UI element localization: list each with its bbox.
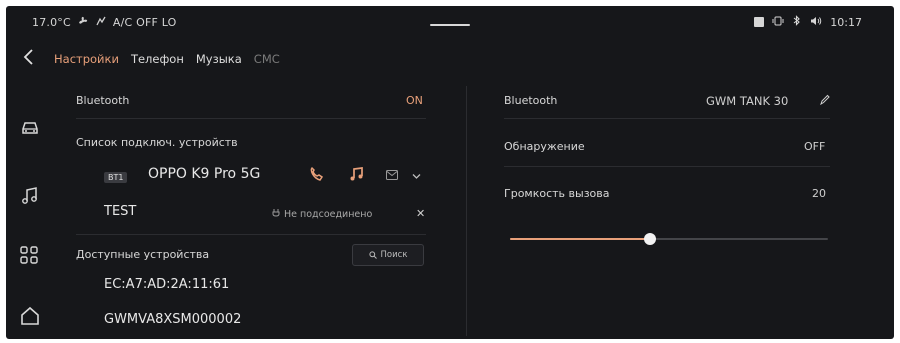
- slider-fill: [510, 238, 650, 240]
- device-name[interactable]: OPPO K9 Pro 5G: [148, 166, 260, 182]
- bluetooth-settings-panel: Bluetooth GWM TANK 30 Обнаружение OFF Гр…: [494, 84, 834, 284]
- divider: [504, 166, 830, 167]
- call-volume-slider[interactable]: [510, 233, 828, 245]
- phone-call-icon[interactable]: [308, 166, 324, 186]
- car-icon[interactable]: [20, 119, 40, 139]
- disconnected-icon: [272, 208, 280, 221]
- tab-phone[interactable]: Телефон: [131, 52, 184, 66]
- device-name[interactable]: TEST: [104, 204, 136, 219]
- volume-icon: [810, 16, 822, 29]
- search-icon: [368, 251, 377, 259]
- available-devices-label: Доступные устройства: [76, 248, 210, 261]
- search-label: Поиск: [380, 250, 408, 260]
- available-device[interactable]: GWMVA8XSM000002: [104, 312, 241, 327]
- climate-status[interactable]: 17.0°C A/C OFF LO: [32, 16, 177, 29]
- status-icons: 10:17: [754, 15, 862, 29]
- connection-status: Не подсоединено: [284, 209, 373, 220]
- fan-icon: [77, 16, 89, 29]
- bluetooth-device-name[interactable]: GWM TANK 30: [706, 94, 788, 108]
- airflow-icon: [95, 16, 107, 29]
- bt1-badge: BT1: [104, 172, 128, 183]
- back-button[interactable]: [22, 48, 34, 69]
- discovery-label: Обнаружение: [504, 140, 585, 153]
- divider: [76, 118, 426, 119]
- connections-panel: Bluetooth ON Список подключ. устройств B…: [62, 84, 462, 339]
- tab-sms[interactable]: СМС: [254, 52, 280, 66]
- chevron-down-icon[interactable]: [412, 170, 421, 183]
- discovery-toggle[interactable]: OFF: [804, 140, 825, 153]
- panel-divider: [466, 86, 467, 336]
- bluetooth-label: Bluetooth: [76, 94, 130, 107]
- temperature-text: 17.0°C: [32, 16, 71, 29]
- tab-settings[interactable]: Настройки: [54, 52, 119, 66]
- remove-device-icon[interactable]: ✕: [416, 207, 425, 220]
- clock-text: 10:17: [830, 15, 862, 29]
- ac-status-text: A/C OFF LO: [112, 16, 177, 29]
- home-icon[interactable]: [20, 306, 40, 326]
- music-icon[interactable]: [20, 186, 40, 206]
- bluetooth-name-label: Bluetooth: [504, 94, 558, 107]
- bluetooth-status-icon: [792, 15, 802, 29]
- bluetooth-toggle[interactable]: ON: [406, 94, 423, 107]
- message-icon[interactable]: [386, 170, 398, 183]
- slider-handle[interactable]: [644, 233, 656, 245]
- edit-icon[interactable]: [820, 94, 830, 108]
- tab-bar: Настройки Телефон Музыка СМС: [54, 52, 280, 66]
- divider: [76, 234, 426, 235]
- connected-devices-label: Список подключ. устройств: [76, 136, 238, 149]
- pull-down-handle[interactable]: [430, 24, 470, 26]
- status-bar: 17.0°C A/C OFF LO 10:17: [6, 6, 894, 40]
- vibrate-icon: [772, 16, 784, 29]
- call-volume-value: 20: [812, 187, 826, 200]
- call-volume-label: Громкость вызова: [504, 187, 610, 200]
- music-note-icon[interactable]: [348, 166, 364, 186]
- divider: [504, 118, 830, 119]
- available-device[interactable]: EC:A7:AD:2A:11:61: [104, 277, 229, 292]
- apps-grid-icon[interactable]: [20, 246, 40, 266]
- car-head-unit-screen: 17.0°C A/C OFF LO 10:17 Настройки Телефо…: [6, 6, 894, 339]
- tab-music[interactable]: Музыка: [196, 52, 242, 66]
- phone-signal-icon: [754, 17, 765, 27]
- search-button[interactable]: Поиск: [352, 244, 424, 266]
